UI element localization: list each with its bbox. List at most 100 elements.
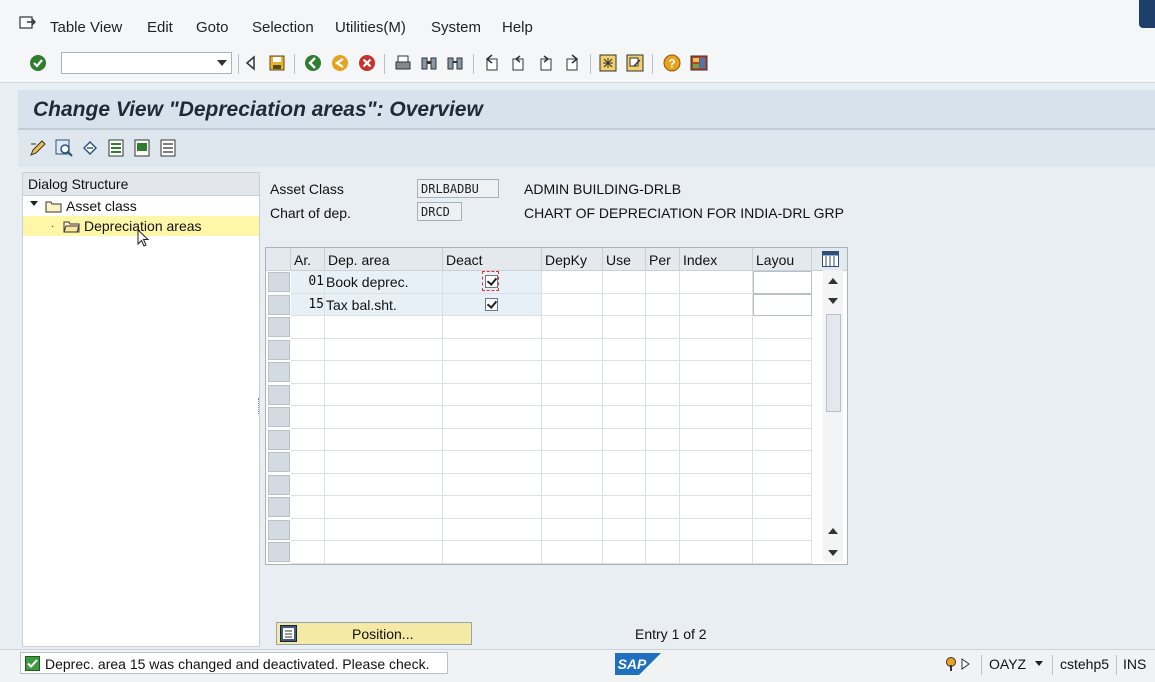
entry-info: Entry 1 of 2 <box>635 626 707 642</box>
splitter-handle[interactable] <box>258 398 262 414</box>
chevron-down-icon[interactable] <box>217 60 227 66</box>
select-block-icon[interactable] <box>132 138 152 158</box>
save-icon[interactable] <box>268 54 286 72</box>
first-page-icon[interactable] <box>484 54 502 72</box>
menu-utilities[interactable]: Utilities(M) <box>335 19 406 36</box>
cell-ar <box>291 473 325 496</box>
toolbar-separator <box>652 54 653 74</box>
row-selector[interactable] <box>268 294 290 315</box>
row-selector[interactable] <box>268 497 290 517</box>
cell-layout[interactable] <box>753 293 812 316</box>
row-selector[interactable] <box>268 317 290 337</box>
menu-edit[interactable]: Edit <box>147 19 173 36</box>
back-icon[interactable] <box>242 54 260 72</box>
row-selector[interactable] <box>268 407 290 427</box>
next-page-icon[interactable] <box>537 54 555 72</box>
column-header-depky[interactable]: DepKy <box>542 248 603 271</box>
tree-item-asset-class[interactable]: Asset class <box>23 196 259 216</box>
find-icon[interactable] <box>420 54 438 72</box>
cell-per <box>646 496 680 519</box>
cancel-icon[interactable] <box>358 54 376 72</box>
scroll-thumb[interactable] <box>826 314 841 412</box>
cell-ar: 15 <box>291 293 325 316</box>
scroll-page-down-icon[interactable] <box>828 298 838 304</box>
row-selector[interactable] <box>268 429 290 450</box>
menu-goto[interactable]: Goto <box>196 19 229 36</box>
cell-use[interactable] <box>603 271 646 294</box>
column-header-deact[interactable]: Deact <box>443 248 542 271</box>
cell-deact <box>443 406 542 429</box>
menu-help[interactable]: Help <box>502 19 533 36</box>
select-all-rows-header[interactable] <box>266 248 291 271</box>
row-selector[interactable] <box>268 474 290 495</box>
toolbar-separator <box>238 54 239 74</box>
row-selector[interactable] <box>268 542 290 562</box>
cell-ar <box>291 496 325 519</box>
row-selector[interactable] <box>268 339 290 360</box>
print-icon[interactable] <box>394 54 412 72</box>
cell-per[interactable] <box>646 293 680 316</box>
column-header-per[interactable]: Per <box>646 248 680 271</box>
cell-depky[interactable] <box>542 293 603 316</box>
row-selector[interactable] <box>268 519 290 540</box>
undo-icon[interactable] <box>80 138 100 158</box>
edit-icon[interactable] <box>28 138 48 158</box>
row-selector[interactable] <box>268 384 290 405</box>
system-info-icon[interactable] <box>945 656 973 672</box>
home-icon[interactable] <box>331 54 349 72</box>
position-button-label: Position... <box>352 626 414 642</box>
enter-icon[interactable] <box>29 54 47 72</box>
table-settings-icon[interactable] <box>822 251 839 267</box>
expand-triangle-icon[interactable] <box>30 201 38 206</box>
cell-per[interactable] <box>646 271 680 294</box>
cell-deact <box>443 541 542 564</box>
cell-layout <box>753 316 812 339</box>
row-selector[interactable] <box>268 452 290 472</box>
menu-selection[interactable]: Selection <box>252 19 314 36</box>
details-icon[interactable] <box>54 138 74 158</box>
column-header-index[interactable]: Index <box>680 248 753 271</box>
column-header-layout[interactable]: Layou <box>753 248 812 271</box>
cell-per <box>646 473 680 496</box>
customize-layout-icon[interactable] <box>690 54 708 72</box>
prev-page-icon[interactable] <box>510 54 528 72</box>
cell-per <box>646 338 680 361</box>
last-page-icon[interactable] <box>563 54 581 72</box>
exit-icon[interactable] <box>304 54 322 72</box>
row-selector[interactable] <box>268 272 290 292</box>
cell-deact <box>443 316 542 339</box>
toolbar-separator <box>590 54 591 74</box>
column-header-ar[interactable]: Ar. <box>291 248 325 271</box>
position-button[interactable]: Position... <box>276 622 472 645</box>
toolbar-separator <box>473 54 474 74</box>
deactivate-checkbox[interactable] <box>485 297 498 311</box>
find-next-icon[interactable] <box>446 54 464 72</box>
menu-system[interactable]: System <box>431 19 481 36</box>
menu-table-view[interactable]: Table View <box>50 19 122 36</box>
help-icon[interactable]: ? <box>663 54 681 72</box>
deselect-all-icon[interactable] <box>158 138 178 158</box>
scroll-down-icon[interactable] <box>828 550 838 556</box>
cell-layout[interactable] <box>753 271 812 294</box>
command-field[interactable] <box>61 52 232 74</box>
status-message[interactable]: Deprec. area 15 was changed and deactiva… <box>20 652 448 674</box>
row-selector[interactable] <box>268 362 290 382</box>
menu-icon[interactable] <box>18 14 36 32</box>
cell-dep-area <box>325 451 443 474</box>
cell-use <box>603 406 646 429</box>
cell-depky[interactable] <box>542 271 603 294</box>
open-folder-icon <box>63 220 80 233</box>
cell-index[interactable] <box>680 271 753 294</box>
cell-use[interactable] <box>603 293 646 316</box>
column-header-use[interactable]: Use <box>603 248 646 271</box>
scroll-up-icon[interactable] <box>828 278 838 284</box>
table-vertical-scrollbar[interactable] <box>823 270 843 562</box>
create-session-icon[interactable] <box>599 54 617 72</box>
application-toolbar <box>18 130 1155 167</box>
shortcut-icon[interactable] <box>626 54 644 72</box>
scroll-page-up-icon[interactable] <box>828 528 838 534</box>
chevron-down-icon[interactable] <box>1035 661 1043 666</box>
select-all-icon[interactable] <box>106 138 126 158</box>
cell-index[interactable] <box>680 293 753 316</box>
column-header-dep-area[interactable]: Dep. area <box>325 248 443 271</box>
